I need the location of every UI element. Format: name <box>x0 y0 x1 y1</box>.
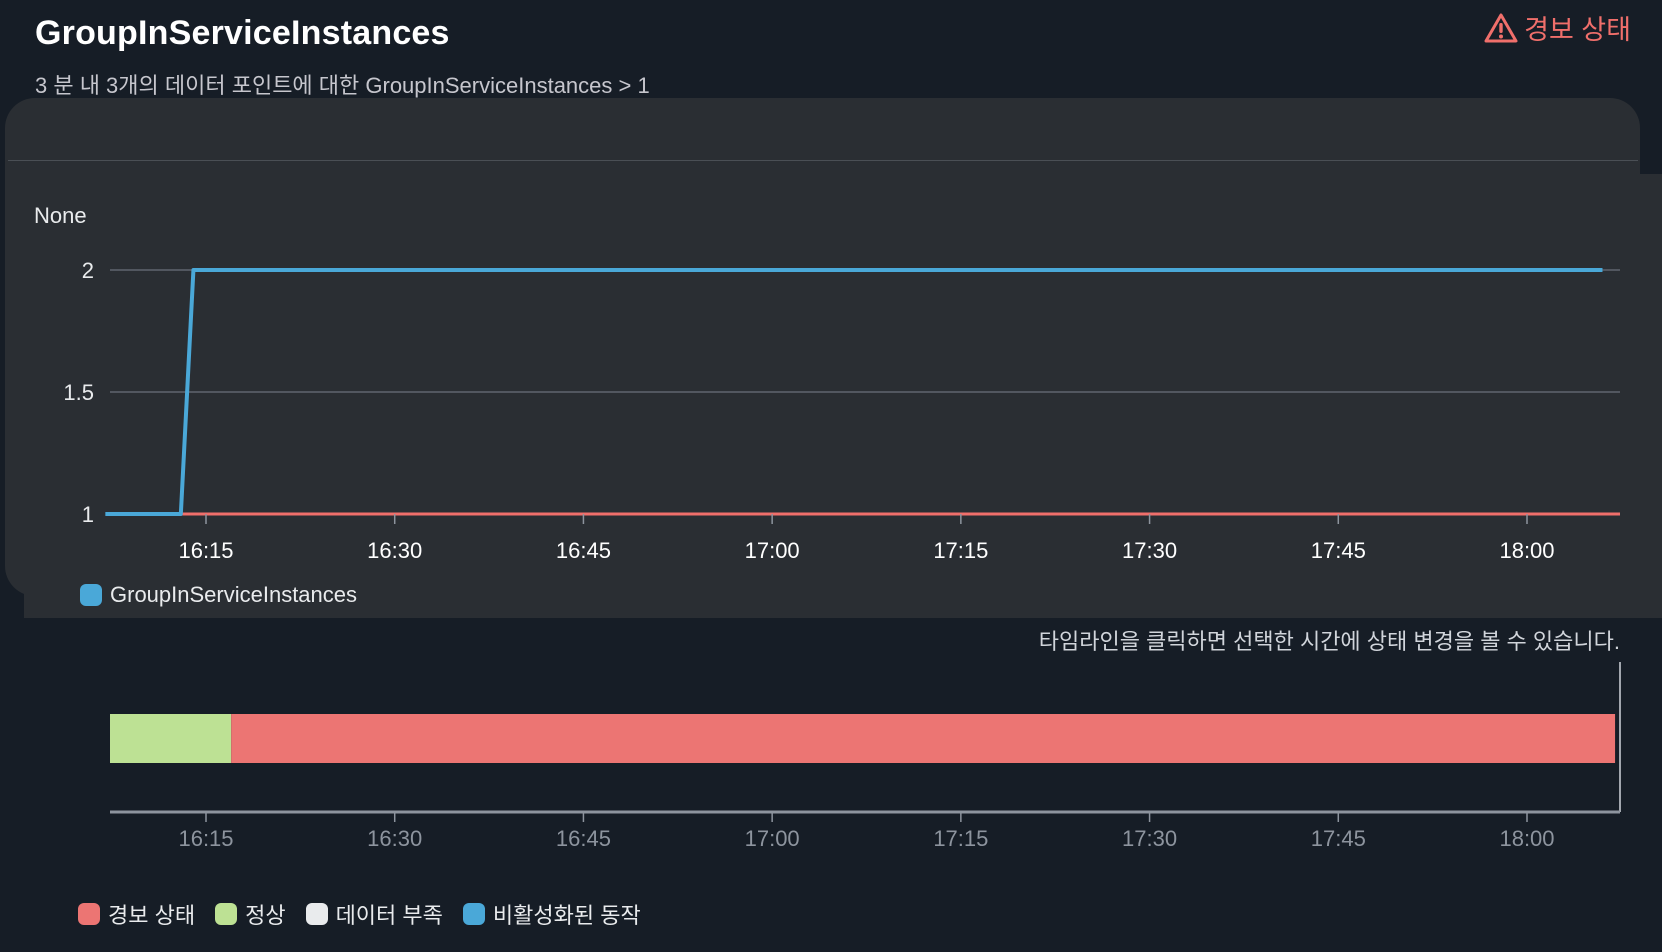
state-legend-item: 정상 <box>215 898 286 930</box>
state-legend-label: 비활성화된 동작 <box>492 903 641 928</box>
state-legend-item: 비활성화된 동작 <box>462 898 641 930</box>
timeline-tick-label: 17:00 <box>745 826 800 851</box>
timeline-tick-label: 17:45 <box>1311 826 1366 851</box>
timeline-tick-label: 17:15 <box>933 826 988 851</box>
timeline-segment <box>110 714 232 763</box>
state-legend-label: 경보 상태 <box>108 903 196 928</box>
state-swatch-alarm <box>78 903 100 925</box>
state-legend-label: 정상 <box>245 903 286 928</box>
timeline-tick-label: 16:45 <box>556 826 611 851</box>
timeline-tick-label: 18:00 <box>1499 826 1554 851</box>
state-swatch-ok <box>215 903 238 925</box>
state-timeline[interactable]: 16:15 16:30 16:45 17:00 17:15 17:30 17:45 18:00 <box>0 0 1662 952</box>
timeline-segment <box>231 714 1616 763</box>
state-legend-item: 경보 상태 <box>78 898 195 930</box>
timeline-tick-label: 16:30 <box>367 826 422 851</box>
state-swatch-disabled-action <box>462 903 485 925</box>
timeline-tick-label: 16:15 <box>178 826 233 851</box>
timeline-tick-label: 17:30 <box>1122 826 1177 851</box>
state-legend: 경보 상태 정상 데이터 부족 비활성화된 동작 <box>78 898 641 930</box>
state-swatch-insufficient <box>305 903 328 925</box>
state-legend-item: 데이터 부족 <box>305 898 443 930</box>
state-legend-label: 데이터 부족 <box>335 903 443 928</box>
